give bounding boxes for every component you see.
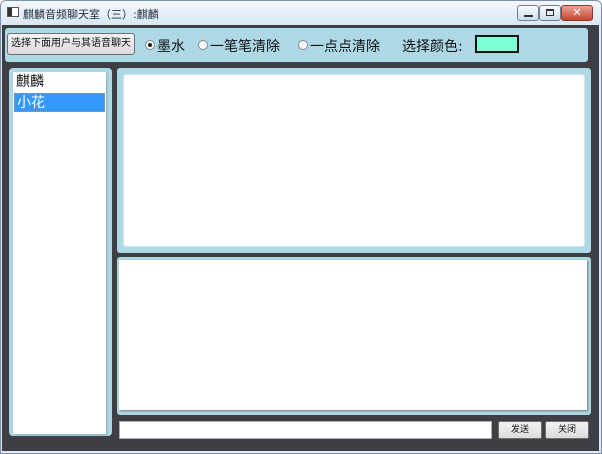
radio-ink-label: 墨水 xyxy=(157,39,185,55)
toolbar: 选择下面用户与其语音聊天 墨水 一笔笔清除 一点点清除 选择颜色: xyxy=(5,28,588,62)
title-bar[interactable]: 麒麟音频聊天室（三）:麒麟 ✕ xyxy=(1,1,601,25)
minimize-button[interactable] xyxy=(517,5,539,21)
app-window: 麒麟音频聊天室（三）:麒麟 ✕ 选择下面用户与其语音聊天 墨水 一笔笔清除 一点… xyxy=(0,0,602,454)
close-icon: ✕ xyxy=(572,6,582,19)
client-area: 选择下面用户与其语音聊天 墨水 一笔笔清除 一点点清除 选择颜色: 麒麟 小花 xyxy=(2,25,599,451)
radio-erase-by-point-indicator xyxy=(298,40,308,50)
user-list[interactable]: 麒麟 小花 xyxy=(13,72,106,434)
radio-erase-by-stroke[interactable]: 一笔笔清除 xyxy=(198,37,293,55)
radio-ink[interactable]: 墨水 xyxy=(145,37,190,55)
radio-erase-by-stroke-label: 一笔笔清除 xyxy=(210,39,280,55)
user-list-panel: 麒麟 小花 xyxy=(9,68,112,436)
color-picker-swatch[interactable] xyxy=(475,35,519,53)
ink-canvas[interactable] xyxy=(123,74,585,247)
maximize-button[interactable] xyxy=(539,5,561,21)
minimize-icon xyxy=(524,15,533,17)
chat-panel xyxy=(117,257,591,415)
maximize-icon xyxy=(546,9,554,16)
close-window-button[interactable]: ✕ xyxy=(561,5,593,21)
close-button[interactable]: 关闭 xyxy=(545,421,589,439)
user-list-item[interactable]: 麒麟 xyxy=(14,73,105,92)
ink-canvas-panel xyxy=(117,68,591,253)
chat-display-area[interactable] xyxy=(119,260,587,410)
window-title: 麒麟音频聊天室（三）:麒麟 xyxy=(23,8,159,21)
send-button[interactable]: 发送 xyxy=(498,421,542,439)
radio-erase-by-stroke-indicator xyxy=(198,40,208,50)
user-list-item-selected[interactable]: 小花 xyxy=(14,93,105,112)
radio-erase-by-point[interactable]: 一点点清除 xyxy=(298,37,393,55)
app-icon xyxy=(7,7,19,17)
message-input[interactable] xyxy=(119,421,492,439)
color-picker-label: 选择颜色: xyxy=(402,39,463,55)
radio-ink-indicator xyxy=(145,40,155,50)
select-user-voice-chat-button[interactable]: 选择下面用户与其语音聊天 xyxy=(7,33,135,55)
radio-erase-by-point-label: 一点点清除 xyxy=(310,39,380,55)
